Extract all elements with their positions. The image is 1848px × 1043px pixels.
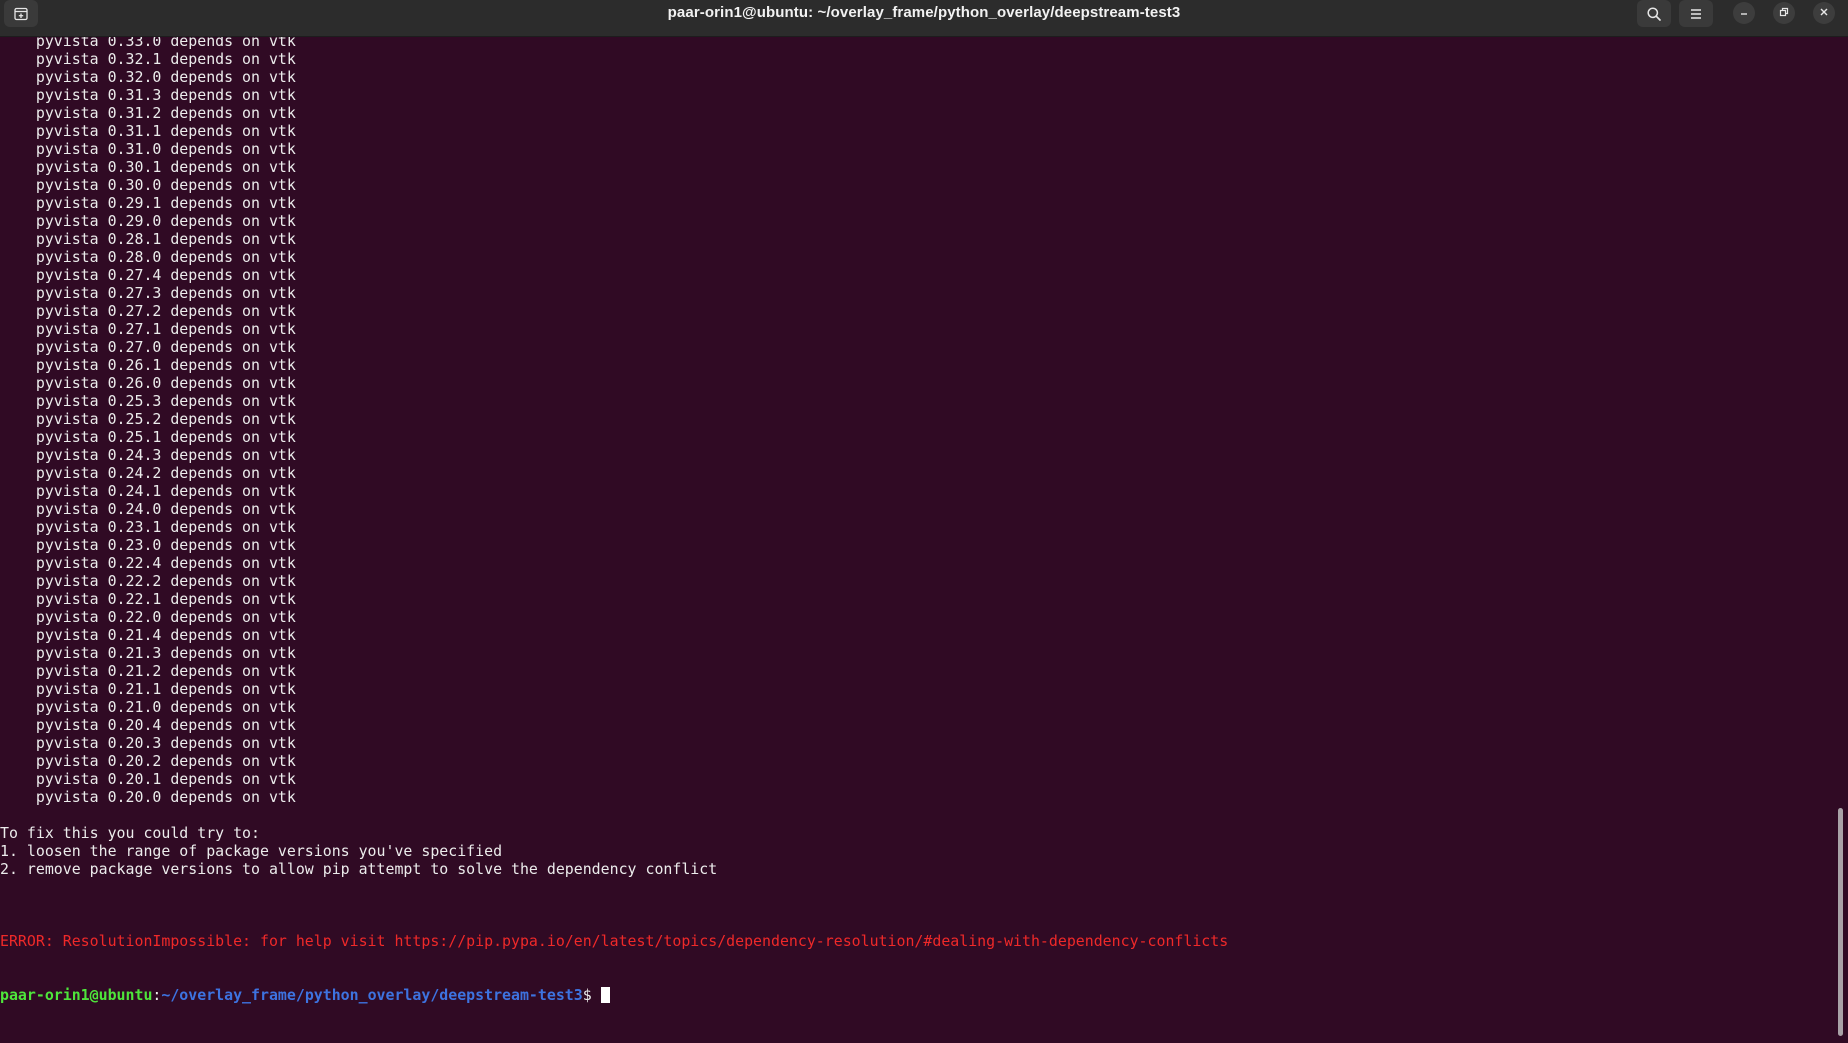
output-line: pyvista 0.24.0 depends on vtk xyxy=(0,500,296,518)
output-line: 1. loosen the range of package versions … xyxy=(0,842,503,860)
restore-icon xyxy=(1779,4,1789,22)
output-line: pyvista 0.22.0 depends on vtk xyxy=(0,608,296,626)
output-line: pyvista 0.27.0 depends on vtk xyxy=(0,338,296,356)
search-icon xyxy=(1646,6,1662,22)
prompt-user-host: paar-orin1@ubuntu xyxy=(0,986,153,1004)
output-line: pyvista 0.31.2 depends on vtk xyxy=(0,104,296,122)
output-line: pyvista 0.29.0 depends on vtk xyxy=(0,212,296,230)
prompt-line[interactable]: paar-orin1@ubuntu:~/overlay_frame/python… xyxy=(0,986,1835,1004)
hamburger-menu-icon xyxy=(1688,6,1704,22)
output-line: pyvista 0.20.1 depends on vtk xyxy=(0,770,296,788)
output-line: pyvista 0.20.2 depends on vtk xyxy=(0,752,296,770)
maximize-button[interactable] xyxy=(1773,2,1795,24)
output-line: pyvista 0.20.0 depends on vtk xyxy=(0,788,296,806)
output-line: pyvista 0.26.0 depends on vtk xyxy=(0,374,296,392)
output-line: pyvista 0.32.1 depends on vtk xyxy=(0,50,296,68)
output-line: pyvista 0.29.1 depends on vtk xyxy=(0,194,296,212)
scrollbar-thumb[interactable] xyxy=(1838,808,1843,1036)
terminal-window: paar-orin1@ubuntu: ~/overlay_frame/pytho… xyxy=(0,0,1848,1043)
close-icon xyxy=(1819,4,1829,22)
output-line: pyvista 0.27.3 depends on vtk xyxy=(0,284,296,302)
menu-button[interactable] xyxy=(1679,0,1713,27)
output-line: To fix this you could try to: xyxy=(0,824,260,842)
output-line: pyvista 0.27.1 depends on vtk xyxy=(0,320,296,338)
output-line: pyvista 0.27.2 depends on vtk xyxy=(0,302,296,320)
close-button[interactable] xyxy=(1813,2,1835,24)
output-line: pyvista 0.24.3 depends on vtk xyxy=(0,446,296,464)
output-line: pyvista 0.28.1 depends on vtk xyxy=(0,230,296,248)
output-line: pyvista 0.21.3 depends on vtk xyxy=(0,644,296,662)
output-line: pyvista 0.33.0 depends on vtk xyxy=(0,37,296,50)
output-line: pyvista 0.20.3 depends on vtk xyxy=(0,734,296,752)
minimize-icon xyxy=(1739,4,1749,22)
output-line: pyvista 0.31.0 depends on vtk xyxy=(0,140,296,158)
error-line: ERROR: ResolutionImpossible: for help vi… xyxy=(0,932,1229,950)
prompt-cwd: ~/overlay_frame/python_overlay/deepstrea… xyxy=(161,986,583,1004)
output-line: pyvista 0.24.1 depends on vtk xyxy=(0,482,296,500)
output-line: pyvista 0.21.2 depends on vtk xyxy=(0,662,296,680)
output-line: pyvista 0.26.1 depends on vtk xyxy=(0,356,296,374)
output-line: pyvista 0.21.1 depends on vtk xyxy=(0,680,296,698)
output-line: pyvista 0.31.3 depends on vtk xyxy=(0,86,296,104)
window-title: paar-orin1@ubuntu: ~/overlay_frame/pytho… xyxy=(667,4,1181,21)
output-line: pyvista 0.20.4 depends on vtk xyxy=(0,716,296,734)
output-line: pyvista 0.28.0 depends on vtk xyxy=(0,248,296,266)
output-line: pyvista 0.23.0 depends on vtk xyxy=(0,536,296,554)
output-line: 2. remove package versions to allow pip … xyxy=(0,860,718,878)
output-line: pyvista 0.25.2 depends on vtk xyxy=(0,410,296,428)
output-line: pyvista 0.22.1 depends on vtk xyxy=(0,590,296,608)
terminal-output: pyvista 0.34.1 depends on vtk pyvista 0.… xyxy=(0,37,1835,1040)
terminal-view[interactable]: pyvista 0.34.1 depends on vtk pyvista 0.… xyxy=(0,37,1835,1043)
output-line: pyvista 0.25.1 depends on vtk xyxy=(0,428,296,446)
output-lines: pyvista 0.34.1 depends on vtk pyvista 0.… xyxy=(0,37,1835,896)
output-line: pyvista 0.30.0 depends on vtk xyxy=(0,176,296,194)
header-bar[interactable]: paar-orin1@ubuntu: ~/overlay_frame/pytho… xyxy=(0,0,1848,37)
prompt-symbol: $ xyxy=(582,986,601,1004)
output-line: pyvista 0.21.0 depends on vtk xyxy=(0,698,296,716)
output-line: pyvista 0.30.1 depends on vtk xyxy=(0,158,296,176)
output-line: pyvista 0.27.4 depends on vtk xyxy=(0,266,296,284)
output-line: pyvista 0.32.0 depends on vtk xyxy=(0,68,296,86)
text-cursor xyxy=(600,987,610,1003)
search-button[interactable] xyxy=(1637,0,1671,27)
output-line: pyvista 0.21.4 depends on vtk xyxy=(0,626,296,644)
minimize-button[interactable] xyxy=(1733,2,1755,24)
output-line: pyvista 0.25.3 depends on vtk xyxy=(0,392,296,410)
output-line: pyvista 0.22.2 depends on vtk xyxy=(0,572,296,590)
output-line: pyvista 0.22.4 depends on vtk xyxy=(0,554,296,572)
output-line: pyvista 0.31.1 depends on vtk xyxy=(0,122,296,140)
output-line: pyvista 0.23.1 depends on vtk xyxy=(0,518,296,536)
output-line: pyvista 0.24.2 depends on vtk xyxy=(0,464,296,482)
